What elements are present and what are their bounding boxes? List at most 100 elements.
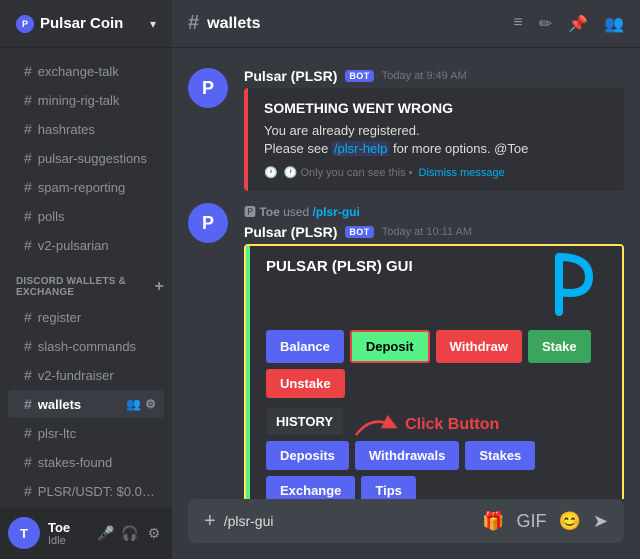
send-icon[interactable]: ➤	[593, 511, 608, 532]
message-input-area: + 🎁 GIF 😊 ➤	[172, 499, 640, 559]
button-row-1: Balance Deposit Withdraw Stake Unstake	[266, 330, 606, 398]
used-command: /plsr-gui	[313, 205, 360, 219]
deposit-button[interactable]: Deposit	[350, 330, 430, 363]
sidebar-item-v2-fundraiser[interactable]: # v2-fundraiser	[8, 361, 164, 389]
avatar-label: T	[20, 526, 28, 541]
channel-label: stakes-found	[38, 455, 156, 470]
channel-label: pulsar-suggestions	[38, 151, 156, 166]
withdrawals-button[interactable]: Withdrawals	[355, 441, 459, 470]
hash-icon: #	[24, 425, 32, 441]
hash-icon: #	[24, 150, 32, 166]
main-content: # wallets ≡ ✏ 📌 👥 Pulsar (PLSR) BOT Toda…	[172, 0, 640, 559]
dismiss-link[interactable]: Dismiss message	[419, 167, 505, 179]
sidebar-item-hashrates[interactable]: # hashrates	[8, 115, 164, 143]
threads-icon[interactable]: ≡	[513, 14, 522, 34]
channel-label: mining-rig-talk	[38, 93, 156, 108]
sidebar-item-register[interactable]: # register	[8, 303, 164, 331]
channel-label: spam-reporting	[38, 180, 156, 195]
deposits-button[interactable]: Deposits	[266, 441, 349, 470]
message-group-error: Pulsar (PLSR) BOT Today at 9:49 AM SOMET…	[172, 64, 640, 195]
gui-header: PULSAR (PLSR) GUI	[266, 258, 606, 318]
footer-text: 🕐 Only you can see this •	[284, 166, 413, 179]
withdraw-button[interactable]: Withdraw	[436, 330, 522, 363]
used-notice: 🅿 Toe used /plsr-gui	[244, 203, 624, 220]
user-panel: T Toe Idle 🎤 🎧 ⚙	[0, 507, 172, 559]
channel-label: hashrates	[38, 122, 156, 137]
sidebar-item-slash-commands[interactable]: # slash-commands	[8, 332, 164, 360]
channel-label: register	[38, 310, 156, 325]
embed-line2: Please see /plsr-help for more options. …	[264, 141, 528, 156]
settings-icon[interactable]: ⚙	[145, 397, 156, 411]
channel-label: slash-commands	[38, 339, 156, 354]
section-header-wallets[interactable]: DISCORD WALLETS & EXCHANGE +	[0, 260, 172, 302]
server-name-label: Pulsar Coin	[40, 15, 123, 32]
channel-action-icons: 👥 ⚙	[126, 397, 156, 411]
emoji-icon[interactable]: 😊	[558, 511, 580, 532]
pin-icon[interactable]: 📌	[568, 14, 588, 34]
sidebar-item-exchange-talk[interactable]: # exchange-talk	[8, 57, 164, 85]
message-author: Pulsar (PLSR)	[244, 68, 337, 84]
stakes-button[interactable]: Stakes	[465, 441, 535, 470]
gift-icon[interactable]: 🎁	[482, 511, 504, 532]
input-icons: 🎁 GIF 😊 ➤	[482, 511, 608, 532]
message-timestamp: Today at 9:49 AM	[382, 70, 467, 82]
embed-line1: You are already registered.	[264, 123, 420, 138]
attach-icon[interactable]: +	[204, 510, 216, 533]
embed-footer: 🕐 🕐 Only you can see this • Dismiss mess…	[264, 166, 608, 179]
hash-icon: #	[24, 454, 32, 470]
clock-icon: 🕐	[264, 166, 278, 179]
pulsar-p-icon	[549, 252, 604, 325]
message-timestamp: Today at 10:11 AM	[382, 226, 472, 238]
user-info: Toe Idle	[48, 520, 88, 547]
members-icon[interactable]: 👥	[126, 397, 141, 411]
user-name: Toe	[48, 520, 88, 535]
channel-label: plsr-ltc	[38, 426, 156, 441]
click-label: Click Button	[405, 416, 499, 434]
channel-header-name: wallets	[207, 15, 260, 33]
headphone-icon[interactable]: 🎧	[120, 525, 140, 542]
sidebar-item-pulsar-suggestions[interactable]: # pulsar-suggestions	[8, 144, 164, 172]
sidebar-item-plsr-price[interactable]: # PLSR/USDT: $0.000841...	[8, 477, 164, 505]
sidebar-item-stakes-found[interactable]: # stakes-found	[8, 448, 164, 476]
sidebar-item-wallets[interactable]: # wallets 👥 ⚙	[8, 390, 164, 418]
pulsar-logo	[546, 258, 606, 318]
hash-icon: #	[24, 309, 32, 325]
hash-icon: #	[24, 396, 32, 412]
button-row-2: Deposits Withdrawals Stakes Exchange Tip…	[266, 441, 606, 499]
channel-header: # wallets ≡ ✏ 📌 👥	[172, 0, 640, 48]
microphone-icon[interactable]: 🎤	[96, 525, 116, 542]
sidebar-item-polls[interactable]: # polls	[8, 202, 164, 230]
sidebar-item-mining-rig-talk[interactable]: # mining-rig-talk	[8, 86, 164, 114]
messages-area: Pulsar (PLSR) BOT Today at 9:49 AM SOMET…	[172, 48, 640, 499]
arrow-icon	[351, 410, 401, 440]
unstake-button[interactable]: Unstake	[266, 369, 345, 398]
hash-icon: #	[24, 483, 32, 499]
gui-embed: PULSAR (PLSR) GUI Balance Deposit Withdr…	[246, 246, 622, 499]
settings-icon[interactable]: ⚙	[144, 525, 164, 542]
sidebar-item-v2-pulsarian[interactable]: # v2-pulsarian	[8, 231, 164, 259]
members-icon[interactable]: 👥	[604, 14, 624, 34]
embed-desc: You are already registered. Please see /…	[264, 122, 608, 158]
server-name: P Pulsar Coin	[16, 15, 123, 33]
section-header-label: DISCORD WALLETS & EXCHANGE	[16, 276, 154, 298]
sidebar-item-plsr-ltc[interactable]: # plsr-ltc	[8, 419, 164, 447]
tips-button[interactable]: Tips	[361, 476, 416, 499]
embed-command: /plsr-help	[332, 141, 389, 156]
message-input[interactable]	[224, 513, 474, 529]
embed-title: SOMETHING WENT WRONG	[264, 100, 608, 116]
click-annotation: Click Button	[351, 410, 499, 440]
exchange-button[interactable]: Exchange	[266, 476, 355, 499]
user-controls: 🎤 🎧 ⚙	[96, 525, 164, 542]
channel-label: exchange-talk	[38, 64, 156, 79]
stake-button[interactable]: Stake	[528, 330, 591, 363]
avatar: P	[188, 203, 228, 243]
message-content-gui: 🅿 Toe used /plsr-gui Pulsar (PLSR) BOT T…	[244, 203, 624, 499]
add-channel-icon[interactable]: +	[154, 278, 164, 296]
bot-badge: BOT	[345, 226, 373, 238]
sidebar-item-spam-reporting[interactable]: # spam-reporting	[8, 173, 164, 201]
hash-icon: #	[24, 63, 32, 79]
edit-icon[interactable]: ✏	[539, 14, 552, 34]
server-header[interactable]: P Pulsar Coin ▾	[0, 0, 172, 48]
gif-icon[interactable]: GIF	[516, 511, 546, 532]
balance-button[interactable]: Balance	[266, 330, 344, 363]
